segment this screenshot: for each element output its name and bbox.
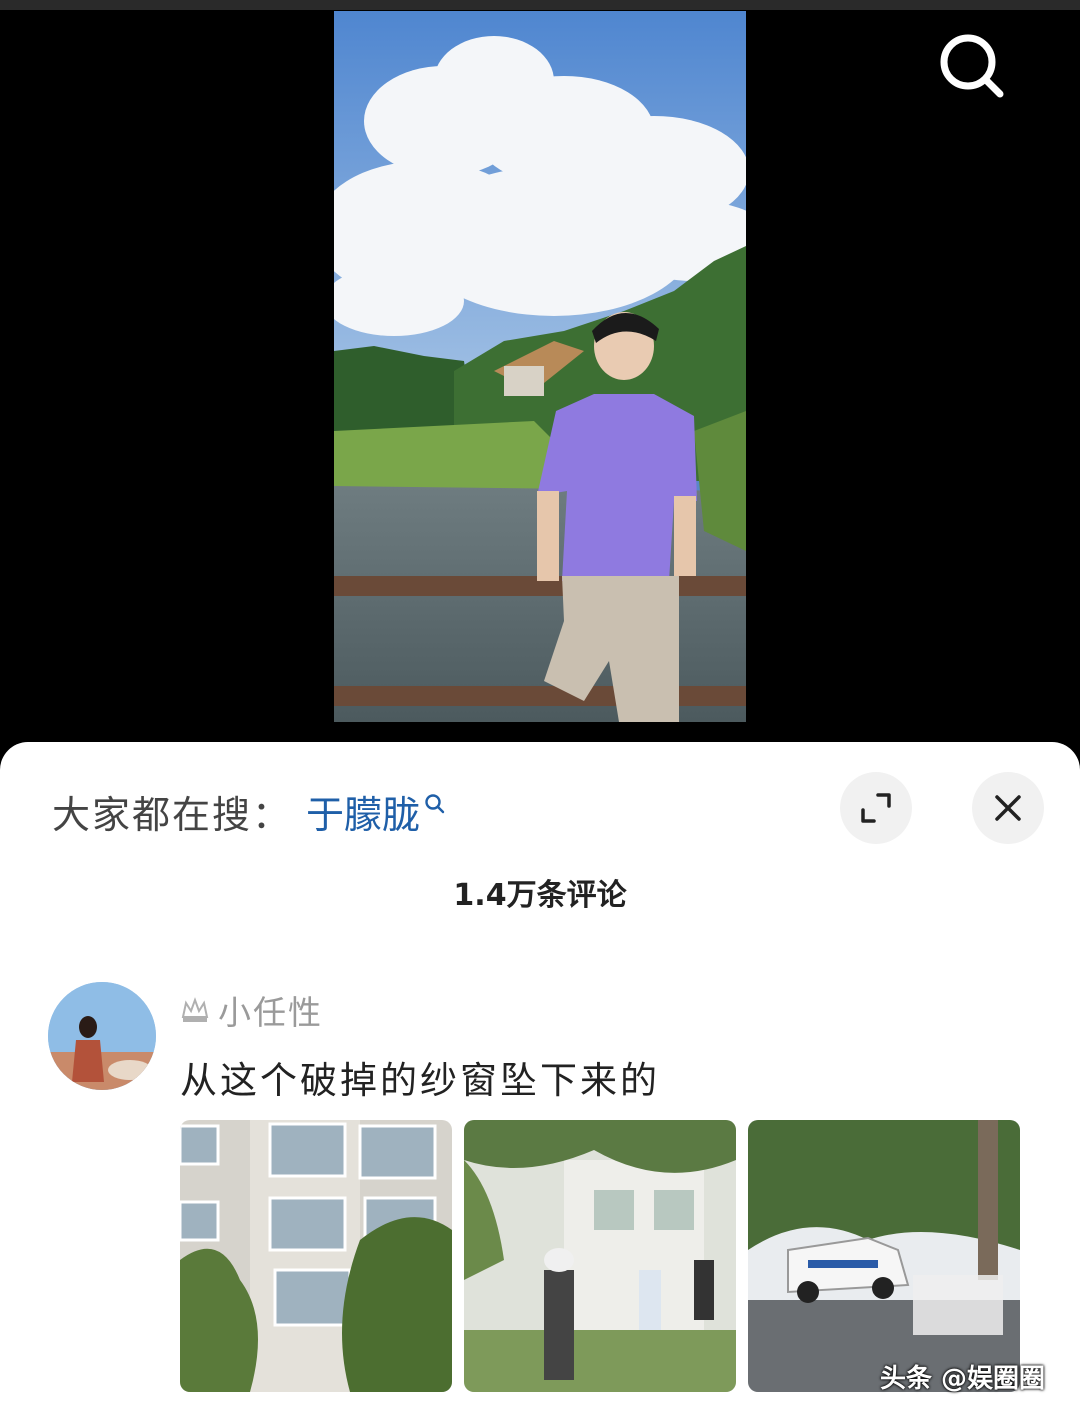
comment-text: 从这个破掉的纱窗坠下来的	[180, 1059, 660, 1102]
hot-search-row[interactable]: 大家都在搜： 于朦胧	[52, 784, 446, 839]
close-icon	[995, 795, 1021, 821]
avatar-image	[48, 982, 156, 1090]
comments-sheet: 大家都在搜： 于朦胧 1.4万条评论 小任性 从这个破掉的纱窗坠下来的	[0, 742, 1080, 1415]
video-frame-image	[334, 11, 746, 722]
video-player[interactable]	[334, 11, 746, 722]
building-photo	[180, 1120, 452, 1392]
search-icon	[425, 794, 445, 814]
status-strip	[0, 0, 1080, 10]
expand-button[interactable]	[840, 772, 912, 844]
comment-item: 小任性 从这个破掉的纱窗坠下来的	[0, 980, 1080, 1400]
avatar[interactable]	[48, 982, 156, 1090]
search-icon	[940, 34, 1004, 98]
search-button[interactable]	[932, 30, 1012, 102]
hot-search-term[interactable]: 于朦胧	[306, 784, 420, 839]
crown-icon	[181, 997, 209, 1022]
close-button[interactable]	[972, 772, 1044, 844]
comment-photo[interactable]	[748, 1120, 1020, 1392]
comment-count: 1.4万条评论	[453, 878, 627, 913]
police-car-photo	[748, 1120, 1020, 1392]
comment-user-row[interactable]: 小任性	[180, 990, 323, 1032]
street-photo	[464, 1120, 736, 1392]
comment-photo[interactable]	[464, 1120, 736, 1392]
comment-username[interactable]: 小任性	[218, 986, 323, 1034]
watermark: 头条 @娱圈圈	[880, 1364, 1046, 1394]
comment-photo[interactable]	[180, 1120, 452, 1392]
hot-search-prefix: 大家都在搜：	[52, 792, 293, 837]
comment-photos	[180, 1120, 1020, 1392]
expand-icon	[861, 793, 891, 823]
